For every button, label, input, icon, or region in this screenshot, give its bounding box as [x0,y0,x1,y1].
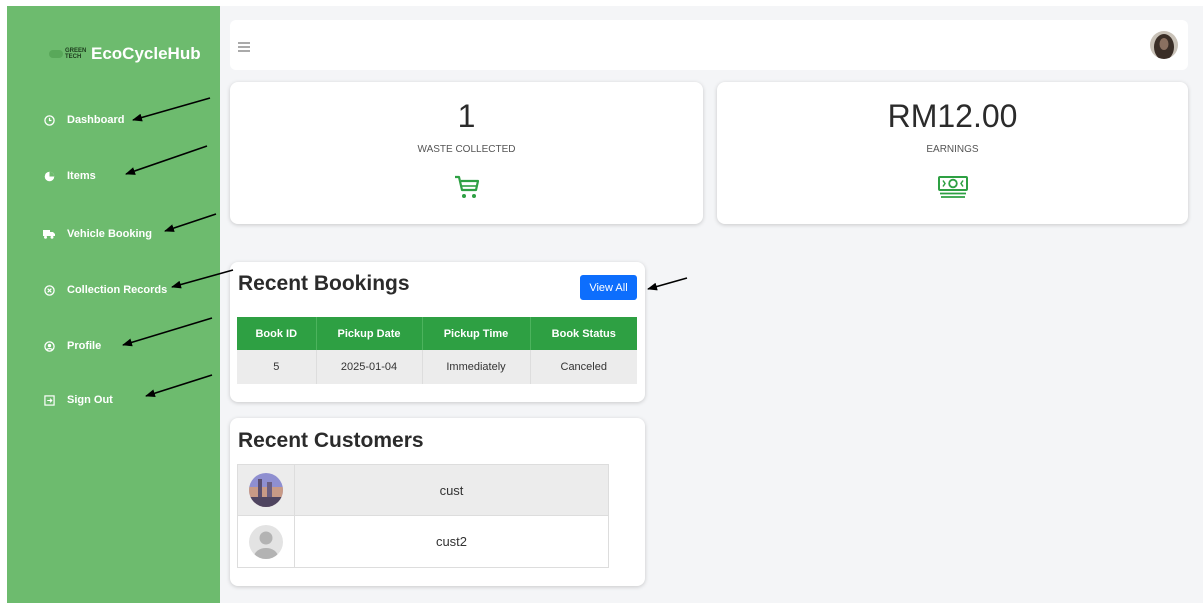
leaf-icon [49,50,63,58]
logout-icon [43,394,55,406]
recent-bookings-title: Recent Bookings [238,272,410,295]
table-header-row: Book ID Pickup Date Pickup Time Book Sta… [237,317,637,350]
pie-chart-icon [43,170,55,182]
view-all-button[interactable]: View All [580,275,637,300]
recent-customers-title: Recent Customers [238,429,424,452]
sidebar-item-label: Collection Records [67,284,168,296]
sidebar-item-items[interactable]: Items [43,170,96,182]
column-header[interactable]: Book ID [237,317,317,350]
sidebar-item-label: Dashboard [67,114,125,126]
table-row[interactable]: 5 2025-01-04 Immediately Canceled [237,350,637,384]
column-header[interactable]: Pickup Date [316,317,423,350]
earnings-card: RM12.00 EARNINGS [717,82,1188,224]
money-icon [937,174,969,205]
waste-collected-label: WASTE COLLECTED [417,144,516,155]
column-header[interactable]: Pickup Time [422,317,531,350]
photo-avatar [249,473,283,507]
sidebar-item-label: Profile [67,340,102,352]
earnings-value: RM12.00 [887,98,1018,134]
brand-logo: GREEN TECH [49,45,87,63]
bookings-table: Book ID Pickup Date Pickup Time Book Sta… [237,317,637,384]
pickup-time-cell: Immediately [422,350,531,384]
customer-avatar-cell [238,465,295,515]
brand-logo-text: GREEN TECH [65,48,87,60]
clock-icon [43,114,55,126]
user-avatar[interactable] [1150,31,1178,59]
cart-icon [453,174,481,205]
list-item[interactable]: cust [237,464,609,516]
customer-name: cust [439,482,464,498]
user-circle-icon [43,340,55,352]
main-content: 1 WASTE COLLECTED RM12.00 EARNINGS Recen… [220,6,1203,603]
customer-avatar-cell [238,516,295,567]
sidebar-item-dashboard[interactable]: Dashboard [43,114,124,126]
recent-bookings-card: Recent Bookings View All Book ID Pickup … [230,262,645,402]
book-id-cell: 5 [237,350,317,384]
earnings-label: EARNINGS [926,144,979,155]
sidebar: GREEN TECH EcoCycleHub Dashboard Items V… [7,6,220,603]
sidebar-item-label: Sign Out [67,394,113,406]
sidebar-item-sign-out[interactable]: Sign Out [43,394,113,406]
default-avatar-icon [249,524,283,559]
waste-collected-card: 1 WASTE COLLECTED [230,82,703,224]
pickup-date-cell: 2025-01-04 [316,350,423,384]
customer-name: cust2 [435,534,468,549]
recent-customers-card: Recent Customers cust cust2 [230,418,645,586]
list-item[interactable]: cust2 [237,516,609,568]
waste-collected-value: 1 [457,98,476,134]
truck-icon [43,228,55,240]
top-bar [230,20,1188,70]
circle-x-icon [43,284,55,296]
sidebar-item-label: Vehicle Booking [67,228,152,240]
sidebar-item-collection-records[interactable]: Collection Records [43,284,167,296]
page: GREEN TECH EcoCycleHub Dashboard Items V… [0,0,1203,603]
book-status-cell: Canceled [530,350,637,384]
sidebar-item-profile[interactable]: Profile [43,340,101,352]
brand[interactable]: GREEN TECH EcoCycleHub [49,44,201,64]
brand-name: EcoCycleHub [91,44,201,63]
sidebar-item-vehicle-booking[interactable]: Vehicle Booking [43,228,152,240]
sidebar-item-label: Items [67,170,96,182]
hamburger-menu-icon[interactable] [238,39,252,52]
column-header[interactable]: Book Status [530,317,637,350]
